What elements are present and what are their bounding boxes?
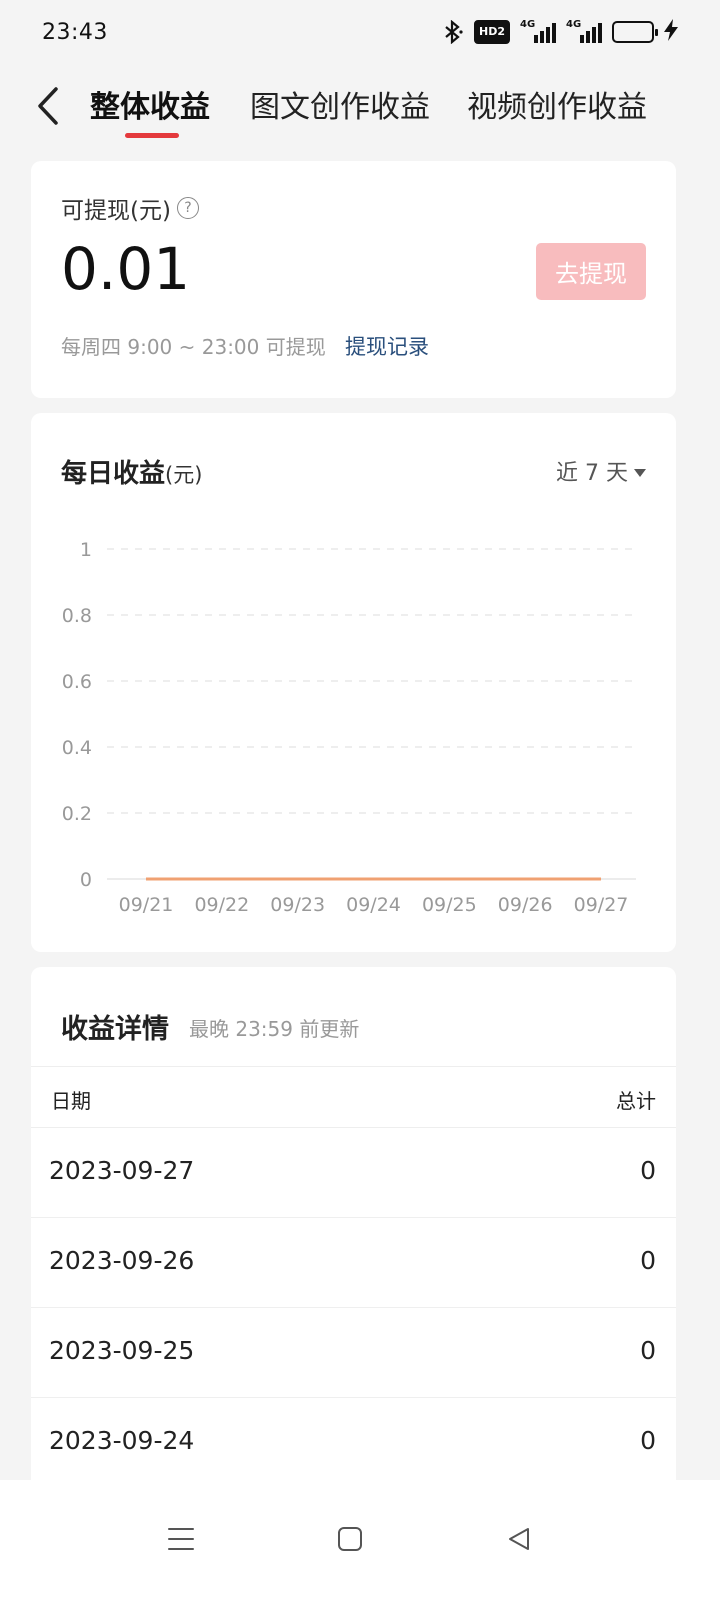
detail-title: 收益详情 — [61, 1014, 169, 1045]
table-row[interactable]: 2023-09-24 0 — [31, 1398, 676, 1488]
signal-label-2: 4G — [566, 19, 582, 30]
x-tick-label: 09/24 — [346, 894, 401, 916]
x-tick-label: 09/22 — [194, 894, 249, 916]
row-date: 2023-09-26 — [49, 1246, 195, 1275]
back-icon[interactable] — [28, 82, 68, 130]
bluetooth-icon — [442, 20, 464, 44]
x-tick-label: 09/23 — [270, 894, 325, 916]
system-nav-bar — [0, 1480, 720, 1600]
range-dropdown[interactable]: 近 7 天 — [556, 455, 646, 487]
table-row[interactable]: 2023-09-27 0 — [31, 1128, 676, 1218]
balance-label-row: 可提现(元) ? — [61, 191, 199, 225]
detail-table-header: 日期 总计 — [31, 1066, 676, 1128]
withdraw-record-link[interactable]: 提现记录 — [345, 331, 429, 361]
y-tick-label: 0 — [80, 869, 92, 891]
balance-card: 可提现(元) ? 0.01 去提现 每周四 9:00 ~ 23:00 可提现 提… — [31, 161, 676, 398]
row-total: 0 — [640, 1426, 656, 1455]
daily-income-card: 每日收益(元) 近 7 天 0 0.2 0.4 0.6 0.8 1 09/21 09/22 09… — [31, 413, 676, 952]
balance-amount: 0.01 — [61, 235, 191, 303]
signal-icon-2: 4G — [566, 19, 602, 43]
home-icon[interactable] — [325, 1514, 375, 1564]
signal-label: 4G — [520, 19, 536, 30]
detail-subtitle: 最晚 23:59 前更新 — [189, 1017, 360, 1041]
y-tick-label: 0.8 — [62, 605, 92, 627]
range-dropdown-label: 近 7 天 — [556, 461, 628, 486]
chart-title: 每日收益(元) — [61, 453, 202, 490]
x-tick-label: 09/26 — [498, 894, 553, 916]
table-row[interactable]: 2023-09-25 0 — [31, 1308, 676, 1398]
column-total: 总计 — [616, 1089, 656, 1113]
row-total: 0 — [640, 1336, 656, 1365]
x-tick-label: 09/21 — [119, 894, 174, 916]
tab-overall-income[interactable]: 整体收益 — [90, 82, 210, 126]
y-tick-label: 0.2 — [62, 803, 92, 825]
status-icons: HD2 4G 4G — [442, 18, 678, 46]
row-date: 2023-09-24 — [49, 1426, 195, 1455]
daily-income-chart: 0 0.2 0.4 0.6 0.8 1 09/21 09/22 09/23 09/24 09/25 0… — [62, 539, 636, 916]
tab-indicator — [125, 133, 179, 138]
menu-icon[interactable] — [156, 1514, 206, 1564]
charging-icon — [664, 18, 678, 46]
status-time: 23:43 — [42, 19, 108, 45]
caret-down-icon — [634, 468, 646, 477]
tab-video-income[interactable]: 视频创作收益 — [467, 82, 647, 126]
y-tick-label: 0.4 — [62, 737, 92, 759]
row-total: 0 — [640, 1156, 656, 1185]
chart-title-text: 每日收益 — [61, 459, 166, 489]
balance-label: 可提现(元) — [61, 198, 171, 224]
row-date: 2023-09-27 — [49, 1156, 195, 1185]
chart-title-unit: (元) — [165, 463, 203, 487]
battery-icon — [612, 21, 658, 43]
help-icon[interactable]: ? — [176, 197, 199, 219]
row-date: 2023-09-25 — [49, 1336, 195, 1365]
tab-article-income[interactable]: 图文创作收益 — [250, 82, 430, 126]
signal-icon: 4G — [520, 19, 556, 43]
y-tick-label: 0.6 — [62, 671, 92, 693]
x-tick-label: 09/25 — [422, 894, 477, 916]
column-date: 日期 — [51, 1089, 91, 1113]
withdraw-schedule-note: 每周四 9:00 ~ 23:00 可提现 — [61, 335, 326, 359]
nav-back-icon[interactable] — [494, 1514, 544, 1564]
table-row[interactable]: 2023-09-26 0 — [31, 1218, 676, 1308]
status-bar: 23:43 HD2 4G 4G — [0, 0, 720, 64]
y-tick-label: 1 — [80, 539, 92, 561]
top-tabs: 整体收益 图文创作收益 视频创作收益 — [0, 64, 720, 150]
row-total: 0 — [640, 1246, 656, 1275]
withdraw-button[interactable]: 去提现 — [536, 243, 646, 300]
x-tick-label: 09/27 — [574, 894, 629, 916]
hd-voice-icon: HD2 — [474, 20, 510, 44]
income-detail-card: 收益详情 最晚 23:59 前更新 日期 总计 2023-09-27 0 202… — [31, 967, 676, 1507]
